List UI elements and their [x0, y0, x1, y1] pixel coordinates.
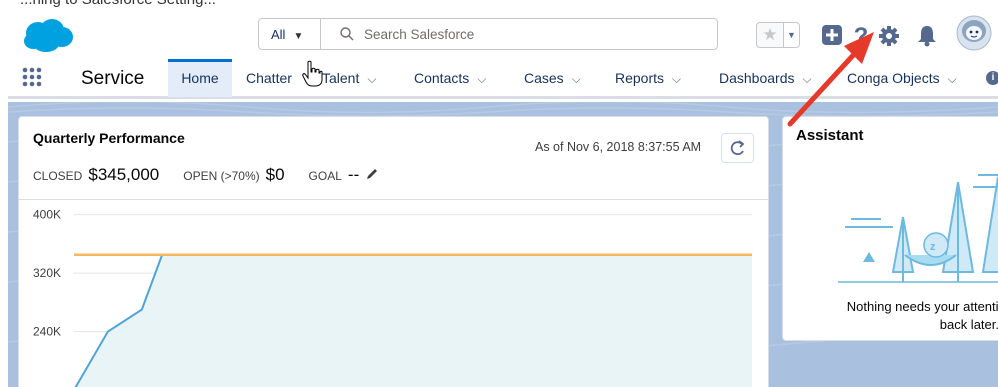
- hammock-illustration: z: [838, 174, 998, 283]
- card-title: Quarterly Performance: [33, 130, 185, 146]
- open-value: $0: [265, 165, 285, 184]
- info-icon[interactable]: i: [986, 71, 998, 85]
- hand-cursor-icon: [302, 60, 323, 87]
- tab-label: Contacts: [414, 70, 470, 86]
- goal-label: GOAL: [308, 169, 342, 183]
- goal-value: --: [347, 165, 360, 184]
- assistant-card: Assistant z Nothing needs your attention…: [782, 116, 998, 341]
- cropped-top-strip: ...hing to Salesforce Setting...: [0, 0, 998, 14]
- y-tick-label: 400K: [33, 208, 61, 222]
- as-of-timestamp: As of Nov 6, 2018 8:37:55 AM: [535, 140, 702, 154]
- search-icon: [340, 27, 354, 41]
- tab-chatter[interactable]: Chatter: [246, 59, 292, 97]
- tab-label: Chatter: [246, 70, 292, 86]
- assistant-message: Nothing needs your attention back later.: [783, 298, 998, 334]
- tab-label: Cases: [524, 70, 564, 86]
- chevron-down-icon[interactable]: ⌵: [367, 72, 376, 86]
- quarterly-performance-card: Quarterly Performance As of Nov 6, 2018 …: [18, 116, 769, 387]
- tab-cases[interactable]: Cases ⌵: [524, 59, 581, 97]
- chevron-down-icon[interactable]: ⌵: [477, 72, 486, 86]
- annotation-arrow: [787, 32, 874, 127]
- refresh-button[interactable]: [721, 133, 754, 163]
- tab-label: Reports: [615, 70, 665, 86]
- caret-down-icon: ▼: [293, 31, 304, 42]
- refresh-icon: [730, 140, 745, 156]
- app-name: Service: [81, 68, 145, 89]
- salesforce-logo[interactable]: [22, 18, 74, 54]
- search-scope-dropdown[interactable]: All ▼: [259, 19, 321, 49]
- y-tick-label: 240K: [33, 325, 61, 339]
- tab-home[interactable]: Home: [168, 59, 232, 97]
- chevron-down-icon[interactable]: ⌵: [572, 72, 581, 86]
- tab-label: Talent: [322, 70, 360, 86]
- tab-label: Home: [181, 70, 219, 86]
- cropped-text: ...hing to Salesforce Setting...: [20, 0, 216, 8]
- chevron-down-icon[interactable]: ⌵: [672, 72, 681, 86]
- closed-value: $345,000: [88, 165, 160, 184]
- open-label: OPEN (>70%): [183, 169, 260, 183]
- app-launcher-icon[interactable]: [22, 67, 42, 87]
- assistant-message-line-1: Nothing needs your attention: [846, 299, 998, 314]
- performance-chart: 400K 320K 240K: [33, 208, 752, 387]
- performance-stats: CLOSED $345,000 OPEN (>70%) $0 GOAL --: [33, 165, 379, 185]
- notifications-bell-icon[interactable]: [914, 22, 940, 48]
- area-fill: [75, 254, 752, 387]
- search-input[interactable]: [364, 21, 704, 47]
- global-search: All ▼: [258, 18, 718, 50]
- assistant-message-line-2: back later.: [939, 317, 998, 332]
- closed-label: CLOSED: [33, 169, 83, 183]
- y-tick-label: 320K: [33, 266, 61, 280]
- tab-contacts[interactable]: Contacts ⌵: [414, 59, 486, 97]
- tab-talent[interactable]: Talent ⌵: [322, 59, 376, 97]
- user-avatar[interactable]: [956, 14, 992, 52]
- edit-pencil-icon[interactable]: [365, 167, 379, 181]
- tab-reports[interactable]: Reports ⌵: [615, 59, 681, 97]
- chevron-down-icon[interactable]: ⌵: [948, 72, 957, 86]
- svg-text:z: z: [930, 241, 936, 253]
- search-scope-label: All: [271, 27, 286, 42]
